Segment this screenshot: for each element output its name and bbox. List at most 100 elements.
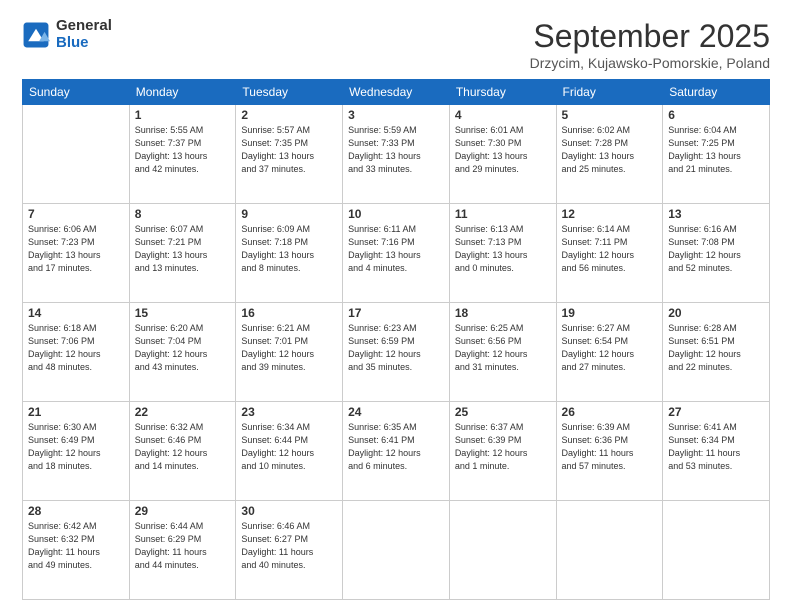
day-info: Sunrise: 6:11 AM Sunset: 7:16 PM Dayligh… xyxy=(348,223,444,275)
day-number: 14 xyxy=(28,306,124,320)
day-number: 11 xyxy=(455,207,551,221)
day-info: Sunrise: 6:23 AM Sunset: 6:59 PM Dayligh… xyxy=(348,322,444,374)
day-info: Sunrise: 6:35 AM Sunset: 6:41 PM Dayligh… xyxy=(348,421,444,473)
day-info: Sunrise: 6:20 AM Sunset: 7:04 PM Dayligh… xyxy=(135,322,231,374)
day-number: 28 xyxy=(28,504,124,518)
day-info: Sunrise: 6:16 AM Sunset: 7:08 PM Dayligh… xyxy=(668,223,764,275)
calendar-week-row: 21 Sunrise: 6:30 AM Sunset: 6:49 PM Dayli… xyxy=(23,402,770,501)
calendar-week-row: 14Sunrise: 6:18 AM Sunset: 7:06 PM Dayli… xyxy=(23,303,770,402)
day-number: 25 xyxy=(455,405,551,419)
day-info: Sunrise: 6:30 AM Sunset: 6:49 PM Dayligh… xyxy=(28,421,124,473)
calendar-cell: 19 Sunrise: 6:27 AM Sunset: 6:54 PM Dayli… xyxy=(556,303,663,402)
day-number: 4 xyxy=(455,108,551,122)
day-number: 12 xyxy=(562,207,658,221)
calendar-week-row: 1 Sunrise: 5:55 AM Sunset: 7:37 PM Daylig… xyxy=(23,105,770,204)
day-number: 19 xyxy=(562,306,658,320)
day-number: 21 xyxy=(28,405,124,419)
day-info: Sunrise: 6:27 AM Sunset: 6:54 PM Dayligh… xyxy=(562,322,658,374)
calendar-cell xyxy=(556,501,663,600)
day-info: Sunrise: 6:41 AM Sunset: 6:34 PM Dayligh… xyxy=(668,421,764,473)
calendar-cell: 2 Sunrise: 5:57 AM Sunset: 7:35 PM Daylig… xyxy=(236,105,343,204)
day-info: Sunrise: 6:46 AM Sunset: 6:27 PM Dayligh… xyxy=(241,520,337,572)
calendar-cell xyxy=(663,501,770,600)
calendar-cell: 13Sunrise: 6:16 AM Sunset: 7:08 PM Dayli… xyxy=(663,204,770,303)
calendar-cell: 9 Sunrise: 6:09 AM Sunset: 7:18 PM Daylig… xyxy=(236,204,343,303)
calendar-cell: 24 Sunrise: 6:35 AM Sunset: 6:41 PM Dayli… xyxy=(343,402,450,501)
page-header: General Blue September 2025 Drzycim, Kuj… xyxy=(22,18,770,71)
calendar-cell: 5 Sunrise: 6:02 AM Sunset: 7:28 PM Daylig… xyxy=(556,105,663,204)
logo-general: General xyxy=(56,18,112,35)
day-number: 10 xyxy=(348,207,444,221)
calendar-cell: 7 Sunrise: 6:06 AM Sunset: 7:23 PM Daylig… xyxy=(23,204,130,303)
calendar-cell xyxy=(449,501,556,600)
day-number: 9 xyxy=(241,207,337,221)
day-info: Sunrise: 5:55 AM Sunset: 7:37 PM Dayligh… xyxy=(135,124,231,176)
day-number: 20 xyxy=(668,306,764,320)
day-number: 30 xyxy=(241,504,337,518)
calendar-cell: 11 Sunrise: 6:13 AM Sunset: 7:13 PM Dayli… xyxy=(449,204,556,303)
calendar-cell: 20Sunrise: 6:28 AM Sunset: 6:51 PM Dayli… xyxy=(663,303,770,402)
calendar-cell: 6 Sunrise: 6:04 AM Sunset: 7:25 PM Daylig… xyxy=(663,105,770,204)
day-number: 5 xyxy=(562,108,658,122)
calendar-cell: 28 Sunrise: 6:42 AM Sunset: 6:32 PM Dayli… xyxy=(23,501,130,600)
day-number: 22 xyxy=(135,405,231,419)
day-info: Sunrise: 6:39 AM Sunset: 6:36 PM Dayligh… xyxy=(562,421,658,473)
day-number: 6 xyxy=(668,108,764,122)
day-number: 3 xyxy=(348,108,444,122)
calendar-week-row: 28 Sunrise: 6:42 AM Sunset: 6:32 PM Dayli… xyxy=(23,501,770,600)
day-number: 2 xyxy=(241,108,337,122)
calendar-cell xyxy=(343,501,450,600)
day-number: 29 xyxy=(135,504,231,518)
day-info: Sunrise: 6:32 AM Sunset: 6:46 PM Dayligh… xyxy=(135,421,231,473)
calendar-cell: 10 Sunrise: 6:11 AM Sunset: 7:16 PM Dayli… xyxy=(343,204,450,303)
calendar-week-row: 7 Sunrise: 6:06 AM Sunset: 7:23 PM Daylig… xyxy=(23,204,770,303)
calendar-cell: 25 Sunrise: 6:37 AM Sunset: 6:39 PM Dayli… xyxy=(449,402,556,501)
calendar-cell: 29Sunrise: 6:44 AM Sunset: 6:29 PM Dayli… xyxy=(129,501,236,600)
calendar-cell: 1 Sunrise: 5:55 AM Sunset: 7:37 PM Daylig… xyxy=(129,105,236,204)
weekday-header-row: SundayMondayTuesdayWednesdayThursdayFrid… xyxy=(23,80,770,105)
location: Drzycim, Kujawsko-Pomorskie, Poland xyxy=(530,55,770,71)
day-number: 8 xyxy=(135,207,231,221)
day-info: Sunrise: 6:01 AM Sunset: 7:30 PM Dayligh… xyxy=(455,124,551,176)
calendar-cell: 4 Sunrise: 6:01 AM Sunset: 7:30 PM Daylig… xyxy=(449,105,556,204)
day-number: 17 xyxy=(348,306,444,320)
day-number: 7 xyxy=(28,207,124,221)
calendar-cell xyxy=(23,105,130,204)
logo-text: General Blue xyxy=(56,18,112,51)
calendar-cell: 23 Sunrise: 6:34 AM Sunset: 6:44 PM Dayli… xyxy=(236,402,343,501)
day-number: 26 xyxy=(562,405,658,419)
day-info: Sunrise: 6:07 AM Sunset: 7:21 PM Dayligh… xyxy=(135,223,231,275)
calendar-cell: 21 Sunrise: 6:30 AM Sunset: 6:49 PM Dayli… xyxy=(23,402,130,501)
logo: General Blue xyxy=(22,18,112,51)
day-number: 23 xyxy=(241,405,337,419)
calendar-cell: 12 Sunrise: 6:14 AM Sunset: 7:11 PM Dayli… xyxy=(556,204,663,303)
day-info: Sunrise: 6:42 AM Sunset: 6:32 PM Dayligh… xyxy=(28,520,124,572)
calendar-cell: 8 Sunrise: 6:07 AM Sunset: 7:21 PM Daylig… xyxy=(129,204,236,303)
day-number: 1 xyxy=(135,108,231,122)
day-info: Sunrise: 5:57 AM Sunset: 7:35 PM Dayligh… xyxy=(241,124,337,176)
day-number: 24 xyxy=(348,405,444,419)
day-info: Sunrise: 6:02 AM Sunset: 7:28 PM Dayligh… xyxy=(562,124,658,176)
day-info: Sunrise: 6:21 AM Sunset: 7:01 PM Dayligh… xyxy=(241,322,337,374)
weekday-header: Saturday xyxy=(663,80,770,105)
day-info: Sunrise: 5:59 AM Sunset: 7:33 PM Dayligh… xyxy=(348,124,444,176)
day-info: Sunrise: 6:09 AM Sunset: 7:18 PM Dayligh… xyxy=(241,223,337,275)
day-info: Sunrise: 6:34 AM Sunset: 6:44 PM Dayligh… xyxy=(241,421,337,473)
title-block: September 2025 Drzycim, Kujawsko-Pomorsk… xyxy=(530,18,770,71)
calendar-cell: 15Sunrise: 6:20 AM Sunset: 7:04 PM Dayli… xyxy=(129,303,236,402)
logo-blue: Blue xyxy=(56,35,112,52)
day-info: Sunrise: 6:13 AM Sunset: 7:13 PM Dayligh… xyxy=(455,223,551,275)
weekday-header: Thursday xyxy=(449,80,556,105)
weekday-header: Wednesday xyxy=(343,80,450,105)
calendar-cell: 16 Sunrise: 6:21 AM Sunset: 7:01 PM Dayli… xyxy=(236,303,343,402)
weekday-header: Sunday xyxy=(23,80,130,105)
day-number: 18 xyxy=(455,306,551,320)
day-number: 16 xyxy=(241,306,337,320)
day-info: Sunrise: 6:14 AM Sunset: 7:11 PM Dayligh… xyxy=(562,223,658,275)
calendar-cell: 3 Sunrise: 5:59 AM Sunset: 7:33 PM Daylig… xyxy=(343,105,450,204)
day-info: Sunrise: 6:37 AM Sunset: 6:39 PM Dayligh… xyxy=(455,421,551,473)
day-info: Sunrise: 6:06 AM Sunset: 7:23 PM Dayligh… xyxy=(28,223,124,275)
calendar-cell: 18Sunrise: 6:25 AM Sunset: 6:56 PM Dayli… xyxy=(449,303,556,402)
day-info: Sunrise: 6:04 AM Sunset: 7:25 PM Dayligh… xyxy=(668,124,764,176)
day-number: 27 xyxy=(668,405,764,419)
